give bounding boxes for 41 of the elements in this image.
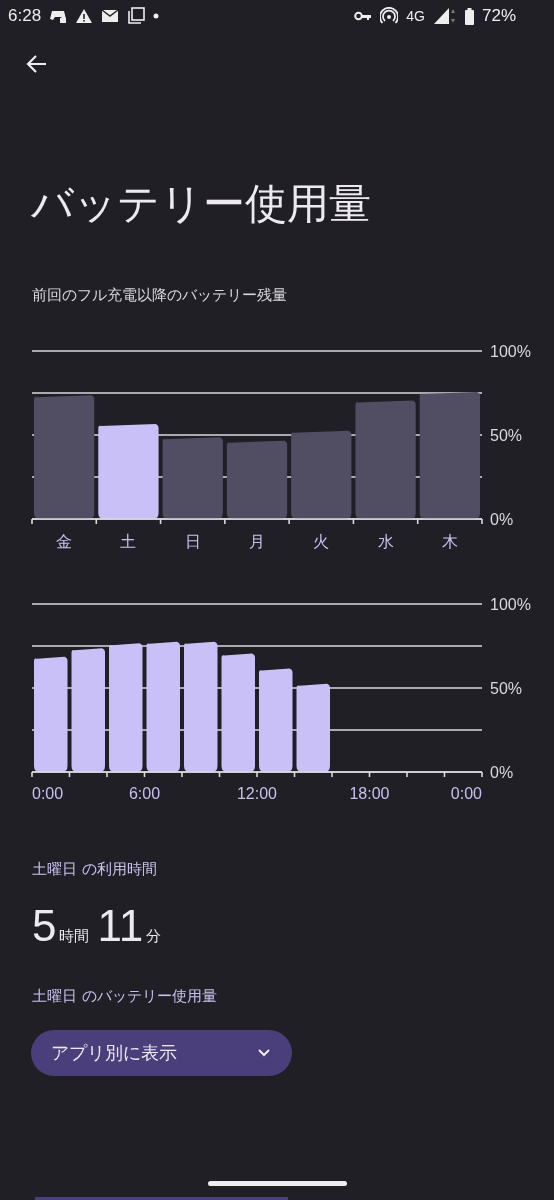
- y-tick-label: 50%: [490, 427, 523, 444]
- signal-icon: [432, 7, 457, 25]
- dot-icon: [153, 13, 160, 19]
- usage-label: 土曜日 の利用時間: [32, 860, 158, 879]
- y-tick-label: 100%: [490, 343, 531, 360]
- battery-usage-label: 土曜日 のバッテリー使用量: [32, 987, 218, 1006]
- back-button[interactable]: [25, 54, 47, 74]
- y-tick-label: 0%: [490, 511, 514, 528]
- chevron-down-icon: [258, 1049, 270, 1057]
- y-tick-label: 50%: [490, 680, 523, 697]
- view-dropdown[interactable]: アプリ別に表示: [31, 1030, 292, 1076]
- usage-unit: 時間: [59, 927, 90, 946]
- day-label: 日: [184, 532, 201, 551]
- time-label: 6:00: [128, 785, 161, 802]
- time-label: 0:00: [450, 785, 482, 802]
- page-title: バッテリー使用量: [31, 178, 372, 230]
- battery-percent: 72%: [481, 6, 516, 26]
- day-label: 水: [377, 532, 394, 551]
- day-label: 金: [56, 532, 73, 551]
- key-icon: [354, 11, 373, 21]
- chart-bar[interactable]: [98, 423, 159, 519]
- y-tick-label: 0%: [490, 764, 514, 781]
- warning-icon: [75, 8, 94, 24]
- y-tick-label: 100%: [490, 596, 531, 613]
- day-label: 月: [249, 532, 265, 551]
- usage-value: 5: [32, 901, 57, 951]
- usage-value: 11: [97, 901, 144, 951]
- mail-icon: [101, 9, 120, 23]
- network-type: 4G: [406, 8, 425, 24]
- time-label: 18:00: [349, 785, 390, 802]
- day-label: 火: [313, 532, 330, 551]
- battery-icon: [464, 7, 474, 25]
- usage-unit: 分: [146, 927, 162, 946]
- day-label: 土: [120, 532, 137, 551]
- day-label: 木: [441, 532, 458, 551]
- time-label: 0:00: [32, 785, 64, 802]
- chart-subtitle: 前回のフル充電以降のバッテリー残量: [32, 286, 288, 305]
- copy-icon: [127, 7, 146, 25]
- time-label: 12:00: [237, 785, 277, 802]
- status-time: 6:28: [8, 6, 42, 26]
- hotspot-icon: [380, 7, 399, 25]
